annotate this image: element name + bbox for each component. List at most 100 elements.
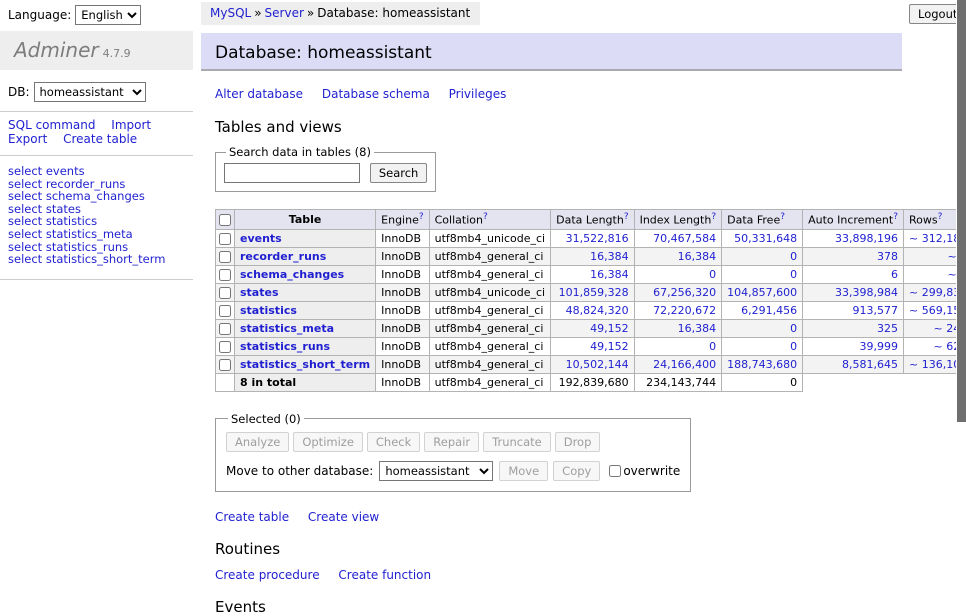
row-checkbox[interactable]: [219, 269, 231, 281]
sidebar-link-create-table[interactable]: Create table: [63, 132, 137, 146]
value-link[interactable]: 8,581,645: [842, 358, 898, 371]
value-link[interactable]: 0: [709, 340, 716, 353]
drop-button[interactable]: Drop: [555, 432, 601, 452]
value-link[interactable]: 50,331,648: [734, 232, 797, 245]
copy-button[interactable]: Copy: [553, 461, 600, 481]
value-link[interactable]: 33,898,196: [835, 232, 898, 245]
sidebar-select-link[interactable]: select events: [8, 165, 185, 178]
table-row: statisticsInnoDButf8mb4_general_ci48,824…: [216, 301, 966, 319]
value-link[interactable]: 0: [790, 322, 797, 335]
value-link[interactable]: 0: [790, 268, 797, 281]
cell-index_length: 70,467,584: [634, 229, 722, 247]
search-input[interactable]: [224, 163, 360, 183]
value-link[interactable]: 104,857,600: [727, 286, 797, 299]
select-all-checkbox[interactable]: [219, 214, 231, 226]
cell-data_length: 16,384: [551, 247, 634, 265]
value-link[interactable]: 6: [891, 268, 898, 281]
adminer-logo[interactable]: Adminer: [14, 38, 99, 62]
value-link[interactable]: 49,152: [590, 322, 629, 335]
value-link[interactable]: 31,522,816: [566, 232, 629, 245]
value-link[interactable]: 0: [790, 250, 797, 263]
analyze-button[interactable]: Analyze: [226, 432, 289, 452]
create-table-link[interactable]: Create table: [215, 510, 289, 524]
value-link[interactable]: 72,220,672: [653, 304, 716, 317]
help-link[interactable]: ?: [483, 212, 488, 222]
value-link[interactable]: 913,577: [853, 304, 899, 317]
table-name-link[interactable]: events: [240, 232, 282, 245]
value-link[interactable]: 39,999: [860, 340, 899, 353]
privileges-link[interactable]: Privileges: [449, 87, 507, 101]
value-link[interactable]: 16,384: [590, 250, 629, 263]
create-function-link[interactable]: Create function: [338, 568, 431, 582]
help-link[interactable]: ?: [419, 212, 424, 222]
sidebar-link-import[interactable]: Import: [111, 118, 151, 132]
cell-auto_increment: 325: [803, 319, 904, 337]
value-link[interactable]: 325: [877, 322, 898, 335]
value-link[interactable]: 24,166,400: [653, 358, 716, 371]
help-link[interactable]: ?: [938, 212, 943, 222]
help-link[interactable]: ?: [711, 212, 716, 222]
sidebar-select-link[interactable]: select statistics_meta: [8, 228, 185, 241]
table-name-link[interactable]: statistics: [240, 304, 297, 317]
cell-index_length: 67,256,320: [634, 283, 722, 301]
value-link[interactable]: 10,502,144: [566, 358, 629, 371]
value-link[interactable]: 101,859,328: [559, 286, 629, 299]
sidebar-link-sql-command[interactable]: SQL command: [8, 118, 95, 132]
sidebar-link-export[interactable]: Export: [8, 132, 47, 146]
row-checkbox[interactable]: [219, 233, 231, 245]
value-link[interactable]: 70,467,584: [653, 232, 716, 245]
move-database-select[interactable]: homeassistant: [379, 461, 493, 481]
table-name-link[interactable]: statistics_meta: [240, 322, 334, 335]
row-checkbox[interactable]: [219, 323, 231, 335]
cell-data_free: 0: [722, 265, 803, 283]
value-link[interactable]: 0: [709, 268, 716, 281]
optimize-button[interactable]: Optimize: [293, 432, 363, 452]
search-button[interactable]: Search: [370, 163, 428, 183]
cell-data_free: 104,857,600: [722, 283, 803, 301]
row-checkbox[interactable]: [219, 305, 231, 317]
check-button[interactable]: Check: [367, 432, 420, 452]
db-select[interactable]: homeassistant: [34, 82, 146, 102]
create-view-link[interactable]: Create view: [308, 510, 379, 524]
create-procedure-link[interactable]: Create procedure: [215, 568, 320, 582]
value-link[interactable]: 16,384: [590, 268, 629, 281]
sidebar-select-link[interactable]: select schema_changes: [8, 190, 185, 203]
vertical-scrollbar[interactable]: [956, 0, 966, 543]
breadcrumb-link-server[interactable]: Server: [265, 6, 304, 20]
help-link[interactable]: ?: [893, 212, 898, 222]
table-name-link[interactable]: states: [240, 286, 279, 299]
help-link[interactable]: ?: [780, 212, 785, 222]
value-link[interactable]: 6,291,456: [741, 304, 797, 317]
row-checkbox[interactable]: [219, 341, 231, 353]
total-data_free: 0: [722, 373, 803, 391]
value-link[interactable]: 16,384: [678, 250, 717, 263]
value-link[interactable]: 48,824,320: [566, 304, 629, 317]
alter-database-link[interactable]: Alter database: [215, 87, 303, 101]
table-name-link[interactable]: schema_changes: [240, 268, 344, 281]
value-link[interactable]: 16,384: [678, 322, 717, 335]
repair-button[interactable]: Repair: [424, 432, 479, 452]
value-link[interactable]: 49,152: [590, 340, 629, 353]
table-header-row: TableEngine?Collation?Data Length?Index …: [216, 210, 966, 230]
value-link[interactable]: 33,398,984: [835, 286, 898, 299]
database-schema-link[interactable]: Database schema: [322, 87, 430, 101]
value-link[interactable]: 188,743,680: [727, 358, 797, 371]
table-name-link[interactable]: recorder_runs: [240, 250, 326, 263]
row-checkbox[interactable]: [219, 287, 231, 299]
table-name-link[interactable]: statistics_short_term: [240, 358, 370, 371]
row-checkbox[interactable]: [219, 359, 231, 371]
scrollbar-thumb[interactable]: [957, 0, 966, 422]
sidebar-select-link[interactable]: select statistics_short_term: [8, 253, 185, 266]
truncate-button[interactable]: Truncate: [483, 432, 551, 452]
move-button[interactable]: Move: [499, 461, 548, 481]
table-name-link[interactable]: statistics_runs: [240, 340, 330, 353]
value-link[interactable]: 67,256,320: [653, 286, 716, 299]
language-select[interactable]: English: [75, 5, 141, 25]
help-link[interactable]: ?: [624, 212, 629, 222]
breadcrumb-link-mysql[interactable]: MySQL: [210, 6, 251, 20]
row-checkbox[interactable]: [219, 251, 231, 263]
value-link[interactable]: 0: [790, 340, 797, 353]
total-data_length: 192,839,680: [551, 373, 634, 391]
value-link[interactable]: 378: [877, 250, 898, 263]
overwrite-checkbox[interactable]: [609, 465, 621, 477]
